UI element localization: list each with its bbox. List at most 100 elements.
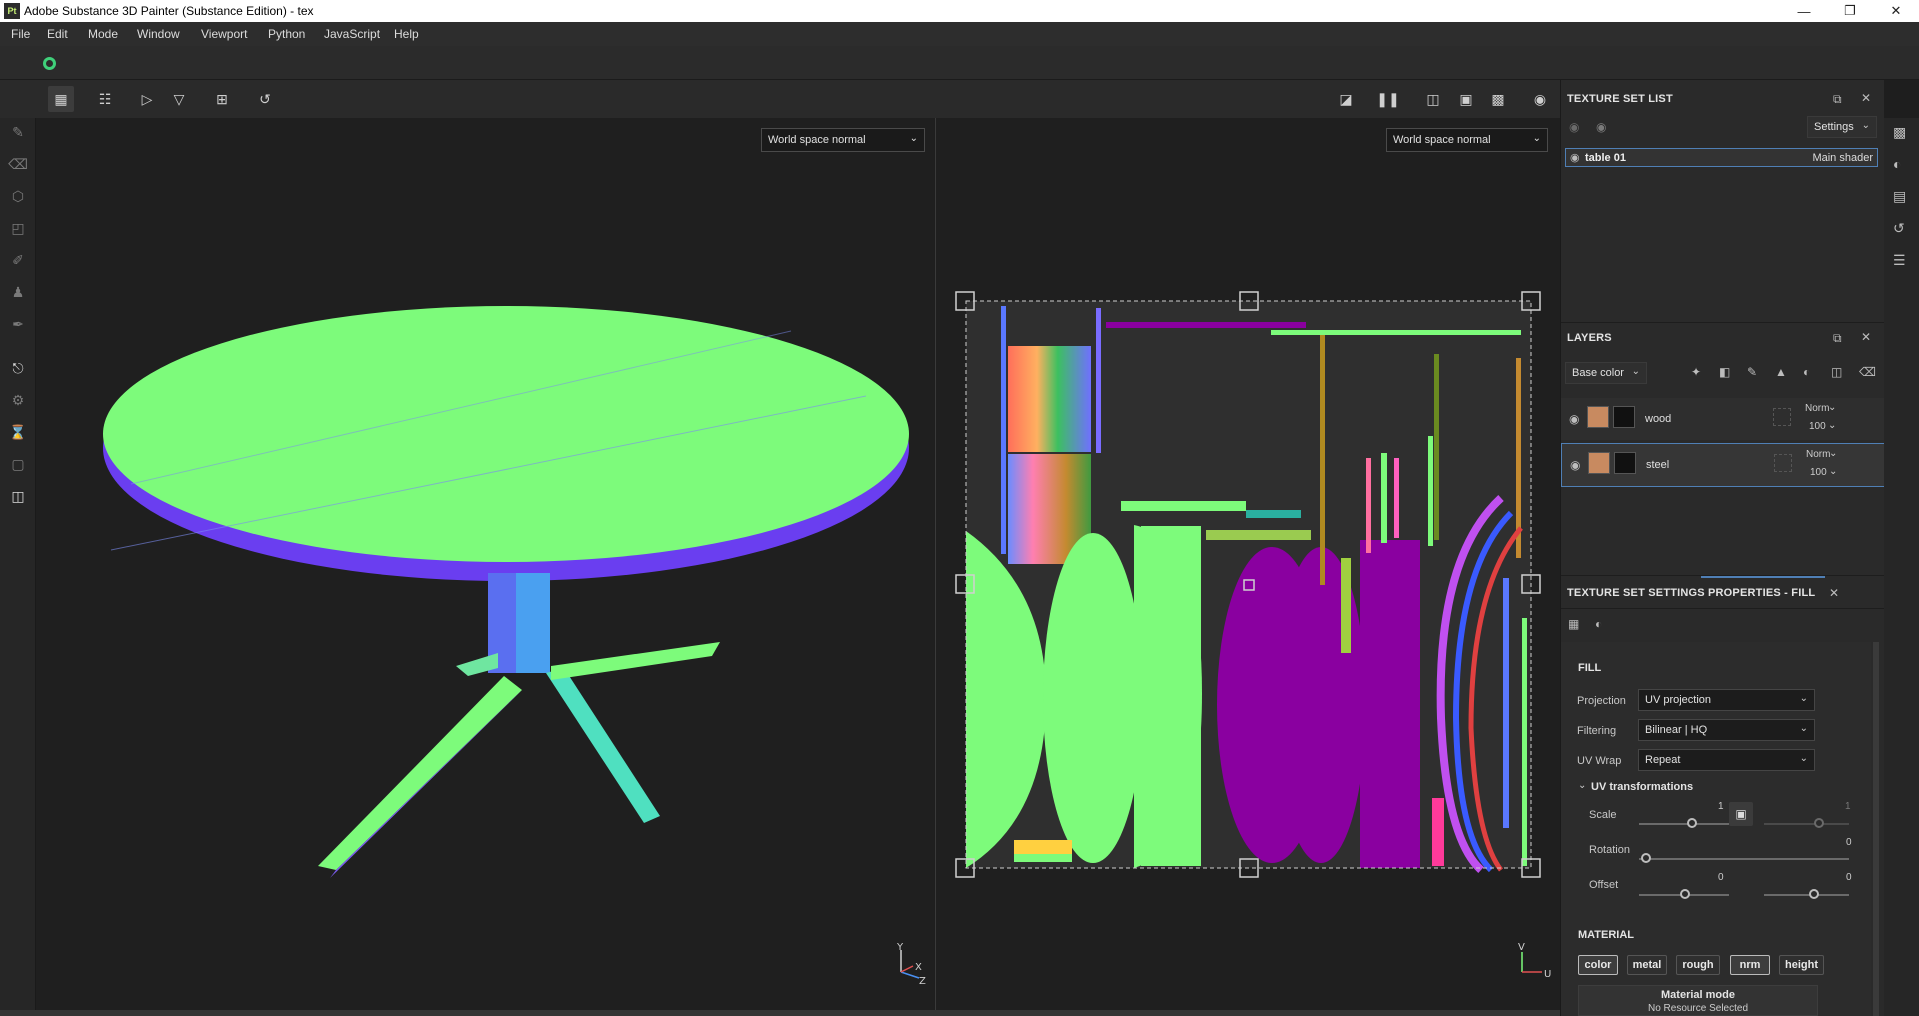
add-frame-icon[interactable]: ⊞ — [209, 86, 235, 112]
menu-viewport[interactable]: Viewport — [201, 27, 247, 41]
layer-name[interactable]: wood — [1645, 413, 1671, 425]
rotation-slider-knob[interactable] — [1641, 853, 1651, 863]
eye-icon[interactable]: ◉ — [1596, 120, 1606, 134]
layer-effect-slot[interactable] — [1774, 454, 1792, 472]
layer-opacity[interactable]: 100 — [1810, 467, 1827, 478]
visibility-icon[interactable]: ◉ — [1569, 120, 1579, 134]
add-folder-icon[interactable]: ◫ — [1831, 365, 1842, 379]
filtering-dropdown[interactable]: Bilinear | HQ ⌄ — [1638, 719, 1815, 741]
layer-name[interactable]: steel — [1646, 459, 1669, 471]
export-icon[interactable]: ◫ — [6, 484, 30, 508]
clone-stamp-icon[interactable]: ♟ — [6, 280, 30, 304]
shelf-icon[interactable]: ▤ — [1893, 188, 1906, 205]
mirror-y-icon[interactable]: ▽ — [166, 86, 192, 112]
close-panel-icon[interactable]: ✕ — [1861, 330, 1871, 344]
cube-icon[interactable]: ▣ — [1453, 86, 1479, 112]
minimize-icon[interactable]: — — [1781, 0, 1827, 22]
scale-value[interactable]: 1 — [1718, 801, 1724, 812]
add-effect-icon[interactable]: ✦ — [1691, 365, 1701, 379]
tab-texture-set-settings[interactable]: TEXTURE SET SETTINGS — [1567, 587, 1705, 599]
transform-icon[interactable]: ⎋ — [6, 356, 30, 380]
lock-icon[interactable]: ▣ — [1729, 802, 1753, 826]
material-metal-toggle[interactable]: metal — [1627, 955, 1667, 975]
settings-gear-icon[interactable]: ⚙ — [6, 388, 30, 412]
rotation-slider-track[interactable] — [1639, 858, 1849, 860]
scale-slider-track[interactable] — [1639, 823, 1729, 825]
scale-y-slider-track[interactable] — [1764, 823, 1849, 825]
chevron-down-icon[interactable]: ⌄ — [1829, 466, 1837, 477]
paint-brush-icon[interactable]: ✎ — [6, 120, 30, 144]
menu-edit[interactable]: Edit — [47, 27, 68, 41]
eye-icon[interactable]: ◉ — [1570, 458, 1580, 472]
display-settings-icon[interactable]: ◐ — [1893, 156, 1901, 172]
restore-icon[interactable]: ❐ — [1827, 0, 1873, 22]
offset-x-value[interactable]: 0 — [1718, 872, 1724, 883]
uvwrap-dropdown[interactable]: Repeat ⌄ — [1638, 749, 1815, 771]
float-panel-icon[interactable]: ⧉ — [1833, 92, 1842, 107]
offset-y-slider-knob[interactable] — [1809, 889, 1819, 899]
pause-icon[interactable]: ❚❚ — [1375, 86, 1401, 112]
texture-set-row[interactable]: ◉ table 01 Main shader — [1565, 148, 1878, 167]
scale-slider-knob[interactable] — [1687, 818, 1697, 828]
projection-dropdown[interactable]: UV projection ⌄ — [1638, 689, 1815, 711]
viewer-settings-icon[interactable]: ▩ — [1893, 124, 1906, 141]
close-panel-icon[interactable]: ✕ — [1861, 91, 1871, 105]
menu-help[interactable]: Help — [394, 27, 419, 41]
scale-y-slider-knob[interactable] — [1814, 818, 1824, 828]
eye-icon[interactable]: ◉ — [1570, 151, 1580, 164]
eraser-icon[interactable]: ⌫ — [6, 152, 30, 176]
uv-tool-icon[interactable]: ▢ — [6, 452, 30, 476]
projection-icon[interactable]: ⬡ — [6, 184, 30, 208]
viewport-2d[interactable]: World space normal ⌄ V U — [935, 118, 1560, 1010]
blend-mode[interactable]: Norm — [1806, 449, 1830, 460]
material-rough-toggle[interactable]: rough — [1676, 955, 1720, 975]
settings-dropdown[interactable]: Settings ⌄ — [1807, 116, 1877, 138]
layer-row-selected[interactable]: ◉ steel Norm ⌄ 100 ⌄ — [1561, 443, 1885, 487]
offset-x-slider-knob[interactable] — [1680, 889, 1690, 899]
chevron-down-icon[interactable]: ⌄ — [1828, 402, 1836, 413]
menu-python[interactable]: Python — [268, 27, 305, 41]
menu-mode[interactable]: Mode — [88, 27, 118, 41]
fill-icon[interactable]: ▦ — [1568, 617, 1579, 631]
color-picker-icon[interactable]: ✒ — [6, 312, 30, 336]
scrollbar[interactable] — [1873, 642, 1879, 1016]
scale-value-y[interactable]: 1 — [1845, 801, 1851, 812]
chevron-down-icon[interactable]: ⌄ — [1829, 448, 1837, 459]
hide-icon[interactable]: ◪ — [1333, 86, 1359, 112]
layer-channel-dropdown[interactable]: Base color ⌄ — [1565, 362, 1647, 384]
layer-effect-slot[interactable] — [1773, 408, 1791, 426]
add-mask-icon[interactable]: ◧ — [1719, 365, 1730, 379]
history-icon[interactable]: ↺ — [252, 86, 278, 112]
log-icon[interactable]: ☰ — [1893, 252, 1906, 269]
float-panel-icon[interactable]: ⧉ — [1833, 331, 1842, 346]
blend-mode[interactable]: Norm — [1805, 403, 1829, 414]
layer-opacity[interactable]: 100 — [1809, 421, 1826, 432]
chevron-down-icon[interactable]: ⌄ — [1578, 780, 1586, 791]
chevron-down-icon[interactable]: ⌄ — [1828, 420, 1836, 431]
smudge-icon[interactable]: ✐ — [6, 248, 30, 272]
material-height-toggle[interactable]: height — [1779, 955, 1824, 975]
material-normal-toggle[interactable]: nrm — [1730, 955, 1770, 975]
menu-file[interactable]: File — [11, 27, 30, 41]
material-mode-box[interactable]: Material mode No Resource Selected — [1578, 985, 1818, 1016]
mirror-x-icon[interactable]: ▷ — [134, 86, 160, 112]
bake-icon[interactable]: ⌛ — [6, 420, 30, 444]
offset-y-value[interactable]: 0 — [1846, 872, 1852, 883]
viewport-3d[interactable]: World space normal ⌄ Y X Z — [36, 118, 934, 1010]
tab-properties-fill[interactable]: PROPERTIES - FILL — [1708, 587, 1815, 599]
material-color-toggle[interactable]: color — [1578, 955, 1618, 975]
shader-name[interactable]: Main shader — [1812, 152, 1873, 164]
material-sphere-icon[interactable]: ◐ — [1595, 617, 1602, 631]
menu-javascript[interactable]: JavaScript — [324, 27, 380, 41]
screenshot-icon[interactable]: ◉ — [1527, 86, 1553, 112]
polygon-fill-icon[interactable]: ◰ — [6, 216, 30, 240]
eye-icon[interactable]: ◉ — [1569, 412, 1579, 426]
split-view-icon[interactable]: ◫ — [1420, 86, 1446, 112]
offset-y-slider-track[interactable] — [1764, 894, 1849, 896]
history-icon[interactable]: ↺ — [1893, 220, 1905, 237]
tile-grid-icon[interactable]: ☷ — [92, 86, 118, 112]
camera-icon[interactable]: ▩ — [1485, 86, 1511, 112]
uv-transformations-header[interactable]: UV transformations — [1591, 781, 1693, 793]
sync-status-icon[interactable] — [43, 57, 56, 70]
menu-window[interactable]: Window — [137, 27, 180, 41]
